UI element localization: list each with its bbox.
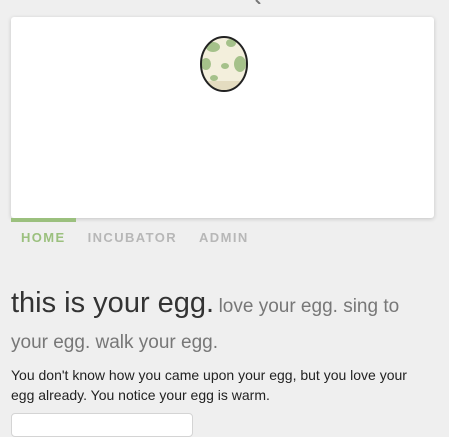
tab-admin[interactable]: ADMIN [189,218,259,252]
page-title: this is your egg. [11,287,215,319]
page-headline: this is your egg. love your egg. sing to… [11,286,431,361]
tab-incubator[interactable]: INCUBATOR [78,218,187,252]
egg-description: You don't know how you came upon your eg… [11,367,407,403]
egg-input-field[interactable] [11,413,193,437]
egg-icon[interactable] [198,34,250,92]
tab-home[interactable]: HOME [11,218,76,252]
search-icon [255,0,261,4]
main-nav: HOME INCUBATOR ADMIN [11,218,434,252]
egg-display-card [11,17,434,218]
